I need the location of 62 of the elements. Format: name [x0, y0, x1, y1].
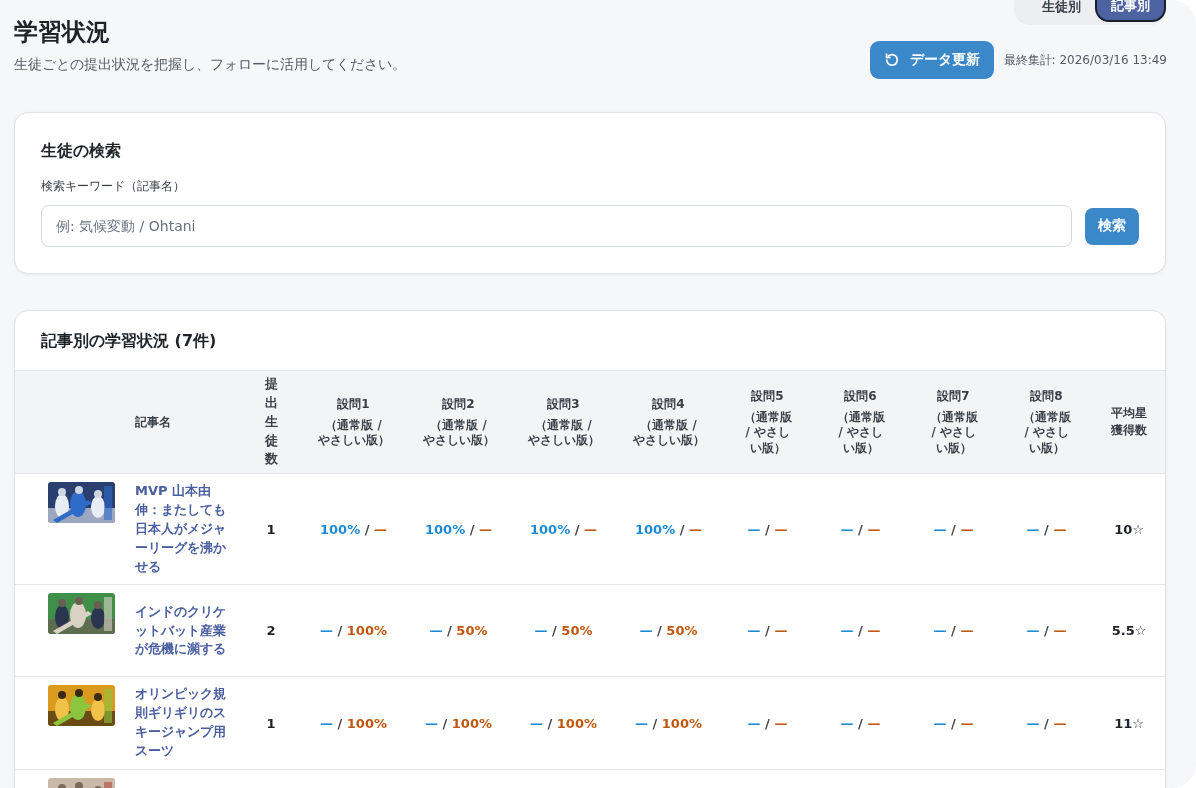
table-cell: — / —	[933, 715, 974, 731]
table-cell: 100% / —	[320, 521, 387, 537]
table-cell: 2	[266, 623, 276, 639]
table-cell: — / 50%	[534, 623, 593, 639]
column-note: （通常版 / やさしい版）	[1021, 409, 1072, 457]
column-note: （通常版 / やさしい版）	[928, 409, 979, 457]
table-cell: 100% / —	[530, 521, 597, 537]
column-header: 設問5	[750, 387, 785, 405]
table-cell: — / —	[840, 715, 881, 731]
table-cell: — / 100%	[320, 623, 387, 639]
table-cell: 100% / —	[425, 521, 492, 537]
article-link[interactable]: オリンピック規則ギリギリのスキージャンプ用スーツ	[135, 685, 227, 761]
table-cell: 11☆	[1114, 715, 1144, 731]
page-title: 学習状況	[14, 17, 111, 48]
table-cell: — / —	[1026, 623, 1067, 639]
table-cell: — / —	[840, 623, 881, 639]
column-header: 記事名	[135, 414, 171, 429]
last-updated: 最終集計: 2026/03/16 13:49	[1003, 51, 1167, 69]
search-label: 検索キーワード（記事名）	[41, 178, 186, 195]
column-note: （通常版 / やさしい版）	[526, 417, 601, 449]
table-cell: 1	[266, 521, 276, 537]
column-header: 設問3	[546, 395, 581, 413]
column-note: （通常版 / やさしい版）	[316, 417, 391, 449]
table-title: 記事別の学習状況 (7件)	[40, 330, 218, 352]
page-subtitle: 生徒ごとの提出状況を把握し、フォローに活用してください。	[14, 56, 406, 74]
column-note: （通常版 / やさしい版）	[835, 409, 886, 457]
table-cell: — / —	[933, 521, 974, 537]
table-cell: — / 100%	[635, 715, 702, 731]
search-field[interactable]: 例: 気候変動 / Ohtani	[41, 205, 1072, 247]
column-header: 設問6	[843, 387, 878, 405]
table-cell: — / 100%	[320, 715, 387, 731]
column-note: （通常版 / やさしい版）	[631, 417, 706, 449]
column-note: （通常版 / やさしい版）	[742, 409, 793, 457]
table-cell: 100% / —	[635, 521, 702, 537]
table-cell: — / 50%	[639, 623, 698, 639]
table-cell: — / —	[747, 715, 788, 731]
view-tab[interactable]: 生徒別	[1028, 0, 1095, 22]
table-cell: 1	[266, 715, 276, 731]
article-link[interactable]: インドのクリケットバット産業が危機に瀕する	[135, 602, 227, 660]
table-cell: — / —	[747, 521, 788, 537]
article-link[interactable]: MVP 山本由伸：またしても日本人がメジャーリーグを沸かせる	[135, 482, 227, 577]
table-cell: — / —	[1026, 715, 1067, 731]
table-cell: — / 50%	[429, 623, 488, 639]
table-cell: — / —	[840, 521, 881, 537]
search-button[interactable]: 検索	[1085, 207, 1139, 245]
column-header: 提出生徒数	[264, 375, 278, 469]
column-header: 設問2	[441, 395, 476, 413]
table-cell: — / —	[1026, 521, 1067, 537]
table-cell: — / —	[747, 623, 788, 639]
column-note: （通常版 / やさしい版）	[421, 417, 496, 449]
table-cell: — / 100%	[425, 715, 492, 731]
column-header: 設問7	[936, 387, 971, 405]
table-cell: 10☆	[1114, 521, 1144, 537]
table-cell: — / 100%	[530, 715, 597, 731]
column-header: 平均星獲得数	[1110, 405, 1148, 439]
refresh-button[interactable]: データ更新	[869, 41, 994, 79]
column-header: 設問8	[1029, 387, 1064, 405]
search-title: 生徒の検索	[41, 141, 122, 162]
column-header: 設問1	[336, 395, 371, 413]
table-cell: 5.5☆	[1111, 623, 1147, 639]
table-cell: — / —	[933, 623, 974, 639]
column-header: 設問4	[651, 395, 686, 413]
